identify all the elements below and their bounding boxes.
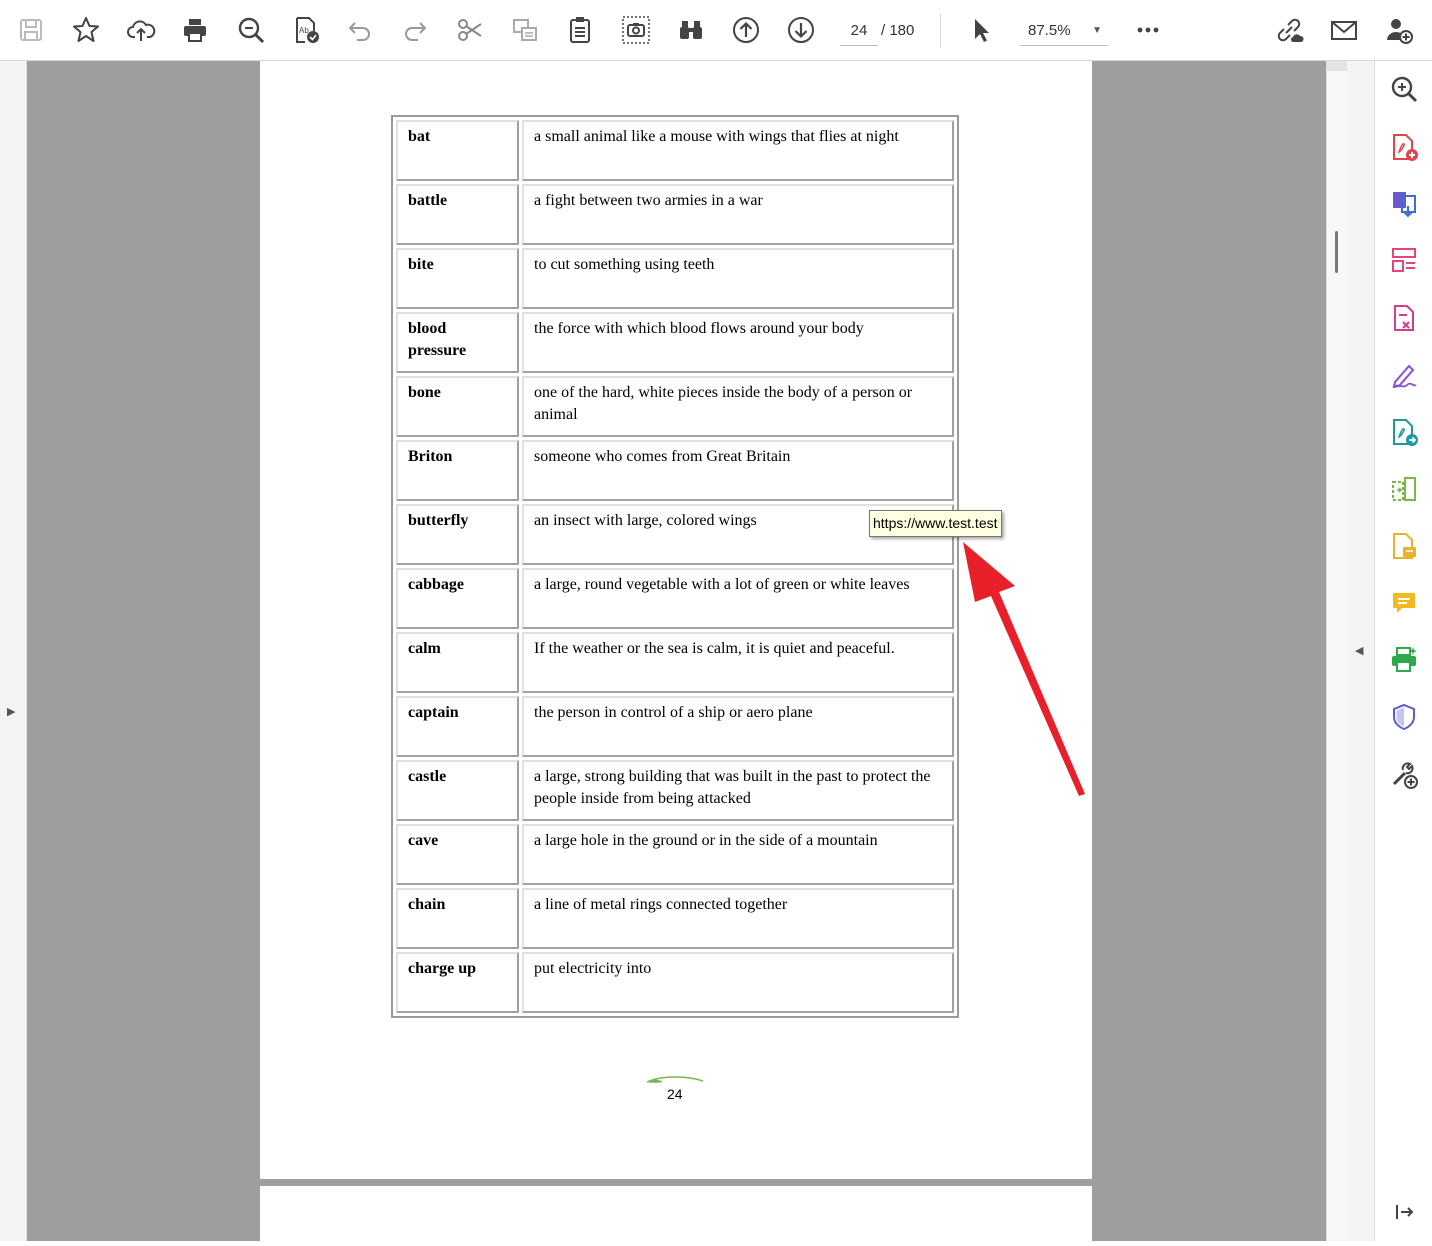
add-user-icon[interactable] xyxy=(1382,13,1416,47)
glossary-definition: a small animal like a mouse with wings t… xyxy=(522,120,954,181)
svg-text:Ab: Ab xyxy=(299,26,309,35)
print-icon[interactable] xyxy=(178,13,212,47)
glossary-definition: a line of metal rings connected together xyxy=(522,888,954,949)
glossary-definition: a fight between two armies in a war xyxy=(522,184,954,245)
print-production-icon[interactable] xyxy=(1389,645,1419,675)
toolbar-divider xyxy=(940,14,941,48)
zoom-search-icon[interactable] xyxy=(1389,74,1419,104)
glossary-term: cabbage xyxy=(396,568,519,629)
zoom-select[interactable]: 87.5% ▼ xyxy=(1020,16,1108,46)
cut-icon[interactable] xyxy=(453,13,487,47)
glossary-term: cave xyxy=(396,824,519,885)
glossary-definition: put electricity into xyxy=(522,952,954,1013)
table-row: Briton someone who comes from Great Brita… xyxy=(396,440,954,501)
next-page-icon[interactable] xyxy=(784,13,818,47)
glossary-term: calm xyxy=(396,632,519,693)
undo-icon[interactable] xyxy=(343,13,377,47)
redo-icon[interactable] xyxy=(398,13,432,47)
right-tools-panel xyxy=(1374,61,1432,1241)
scrollbar-top-button[interactable] xyxy=(1327,61,1348,71)
expand-left-panel-icon[interactable]: ▶ xyxy=(7,705,15,718)
glossary-definition: a large hole in the ground or in the sid… xyxy=(522,824,954,885)
fill-sign-icon[interactable] xyxy=(1389,360,1419,390)
create-pdf-icon[interactable] xyxy=(1389,132,1419,162)
protect-shield-icon[interactable] xyxy=(1389,702,1419,732)
table-row: castle a large, strong building that was … xyxy=(396,760,954,821)
compare-icon[interactable] xyxy=(1389,474,1419,504)
send-pdf-icon[interactable] xyxy=(1389,417,1419,447)
copy-format-icon[interactable] xyxy=(508,13,542,47)
page-number-input[interactable] xyxy=(840,16,878,46)
table-row: chain a line of metal rings connected tog… xyxy=(396,888,954,949)
snapshot-icon[interactable] xyxy=(619,13,653,47)
export-pdf-icon[interactable] xyxy=(1389,188,1419,218)
glossary-definition: one of the hard, white pieces inside the… xyxy=(522,376,954,437)
glossary-definition: the force with which blood flows around … xyxy=(522,312,954,373)
table-row: bite to cut something using teeth xyxy=(396,248,954,309)
vertical-scrollbar[interactable] xyxy=(1326,61,1348,1241)
footer-leaf-logo xyxy=(646,1076,704,1083)
upload-cloud-icon[interactable] xyxy=(124,13,158,47)
glossary-table: bat a small animal like a mouse with wing… xyxy=(391,115,959,1018)
save-icon[interactable] xyxy=(14,13,48,47)
previous-page-icon[interactable] xyxy=(729,13,763,47)
organize-pages-icon[interactable] xyxy=(1389,245,1419,275)
collapse-strip: ◀ xyxy=(1347,61,1374,1241)
page-total-label: / 180 xyxy=(881,22,915,39)
glossary-term: charge up xyxy=(396,952,519,1013)
glossary-term: captain xyxy=(396,696,519,757)
red-annotation-arrow xyxy=(963,542,1085,796)
tools-add-icon[interactable] xyxy=(1389,760,1419,790)
table-row: battle a fight between two armies in a wa… xyxy=(396,184,954,245)
glossary-term: bone xyxy=(396,376,519,437)
comment-file-icon[interactable] xyxy=(1389,531,1419,561)
glossary-term: Briton xyxy=(396,440,519,501)
email-icon[interactable] xyxy=(1327,13,1361,47)
table-row: cave a large hole in the ground or in the… xyxy=(396,824,954,885)
glossary-definition: the person in control of a ship or aero … xyxy=(522,696,954,757)
glossary-term: blood pressure xyxy=(396,312,519,373)
glossary-term: chain xyxy=(396,888,519,949)
glossary-definition: someone who comes from Great Britain xyxy=(522,440,954,501)
glossary-term: bat xyxy=(396,120,519,181)
glossary-term: butterfly xyxy=(396,504,519,565)
table-row: cabbage a large, round vegetable with a l… xyxy=(396,568,954,629)
paste-icon[interactable] xyxy=(563,13,597,47)
share-link-icon[interactable] xyxy=(1272,13,1306,47)
scrollbar-thumb[interactable] xyxy=(1335,231,1338,273)
link-tooltip: https://www.test.test xyxy=(869,510,1002,537)
glossary-definition: a large, strong building that was built … xyxy=(522,760,954,821)
expand-panel-icon[interactable] xyxy=(1389,1197,1419,1227)
glossary-definition: a large, round vegetable with a lot of g… xyxy=(522,568,954,629)
document-viewport[interactable]: bat a small animal like a mouse with wing… xyxy=(27,61,1326,1246)
more-icon[interactable] xyxy=(1131,13,1165,47)
comment-icon[interactable] xyxy=(1389,588,1419,618)
zoom-value: 87.5% xyxy=(1028,22,1071,39)
spell-check-icon[interactable]: Ab xyxy=(289,13,323,47)
table-row: blood pressure the force with which blood… xyxy=(396,312,954,373)
select-cursor-icon[interactable] xyxy=(964,13,998,47)
table-row: bat a small animal like a mouse with wing… xyxy=(396,120,954,181)
glossary-definition: If the weather or the sea is calm, it is… xyxy=(522,632,954,693)
collapse-right-panel-icon[interactable]: ◀ xyxy=(1355,644,1363,657)
table-row: calm If the weather or the sea is calm, i… xyxy=(396,632,954,693)
edit-pdf-icon[interactable] xyxy=(1389,303,1419,333)
left-navigation-strip: ▶ xyxy=(0,61,27,1241)
glossary-term: bite xyxy=(396,248,519,309)
glossary-definition: to cut something using teeth xyxy=(522,248,954,309)
glossary-term: battle xyxy=(396,184,519,245)
binoculars-icon[interactable] xyxy=(674,13,708,47)
glossary-term: castle xyxy=(396,760,519,821)
zoom-search-icon[interactable] xyxy=(234,13,268,47)
table-row: bone one of the hard, white pieces inside… xyxy=(396,376,954,437)
page-number-text: 24 xyxy=(667,1086,683,1102)
chevron-down-icon: ▼ xyxy=(1092,25,1102,36)
main-toolbar: Ab / 180 87.5% ▼ xyxy=(0,0,1432,61)
table-row: captain the person in control of a ship o… xyxy=(396,696,954,757)
next-pdf-page xyxy=(260,1186,1092,1246)
bookmark-star-icon[interactable] xyxy=(69,13,103,47)
table-row: charge up put electricity into xyxy=(396,952,954,1013)
